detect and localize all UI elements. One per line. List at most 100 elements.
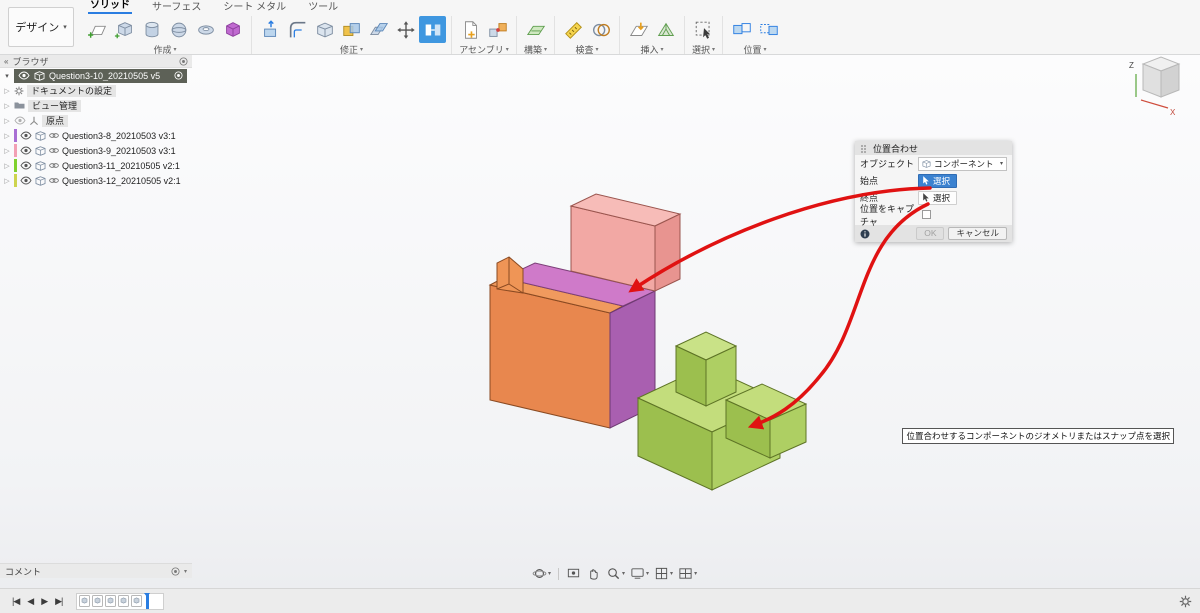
timeline-go-to-start-button[interactable]: |◀: [12, 596, 20, 607]
row-label: ドキュメントの設定: [27, 84, 117, 97]
end-point-select-button[interactable]: 選択: [918, 190, 958, 205]
joint-icon[interactable]: [484, 16, 511, 43]
new-component-icon[interactable]: [457, 16, 484, 43]
tab-solid[interactable]: ソリッド: [88, 0, 132, 14]
expander-icon[interactable]: ▷: [3, 162, 11, 170]
object-type-dropdown[interactable]: コンポーネント ▾: [918, 156, 1007, 171]
timeline-step-back-button[interactable]: ◀: [27, 596, 34, 607]
browser-row-origin[interactable]: ▷ 原点: [0, 113, 192, 128]
orbit-button[interactable]: ▾: [532, 566, 551, 581]
fillet-icon[interactable]: [284, 16, 311, 43]
comment-options-icon[interactable]: [171, 567, 180, 576]
create-form-icon[interactable]: [219, 16, 246, 43]
activate-radio-icon[interactable]: [174, 71, 183, 80]
browser-root-row[interactable]: ▾ Question3-10_20210505 v5: [0, 68, 192, 83]
workspace-menu-button[interactable]: デザイン ▾: [8, 7, 74, 47]
tab-sheet-metal[interactable]: シート メタル: [221, 0, 288, 14]
tab-surface[interactable]: サーフェス: [150, 0, 203, 14]
viewports-button[interactable]: ▾: [678, 566, 697, 581]
timeline-feature-icon[interactable]: [92, 594, 104, 608]
ribbon-group-position-label[interactable]: 位置 ▾: [743, 44, 766, 55]
display-settings-button[interactable]: ▾: [630, 566, 649, 581]
select-icon[interactable]: [690, 16, 717, 43]
visibility-eye-icon[interactable]: [20, 146, 32, 155]
press-pull-icon[interactable]: [257, 16, 284, 43]
collapse-panel-icon[interactable]: «: [4, 57, 8, 66]
interference-icon[interactable]: [587, 16, 614, 43]
expander-icon[interactable]: ▷: [3, 102, 11, 110]
ribbon-group-assemble-label[interactable]: アセンブリ ▾: [459, 44, 509, 55]
insert-mesh-icon[interactable]: [652, 16, 679, 43]
ribbon-group-select: 選択 ▾: [688, 15, 719, 55]
timeline-feature-icon[interactable]: [131, 594, 143, 608]
browser-row-document-settings[interactable]: ▷ ドキュメントの設定: [0, 83, 192, 98]
ribbon-group-inspect-label[interactable]: 検査 ▾: [575, 44, 598, 55]
timeline-track[interactable]: [76, 592, 165, 610]
ribbon-group-insert-label[interactable]: 挿入 ▾: [640, 44, 663, 55]
capture-position-checkbox[interactable]: [922, 210, 931, 219]
start-point-select-button[interactable]: 選択: [918, 173, 958, 188]
primitive-box-icon[interactable]: [111, 16, 138, 43]
look-at-button[interactable]: [566, 566, 581, 581]
ribbon-group-construct-label[interactable]: 構築 ▾: [524, 44, 547, 55]
grid-settings-button[interactable]: ▾: [654, 566, 673, 581]
align-icon[interactable]: [419, 16, 446, 43]
timeline-play-button[interactable]: ▶: [41, 596, 48, 607]
primitive-sphere-icon[interactable]: [165, 16, 192, 43]
visibility-eye-icon[interactable]: [20, 161, 32, 170]
primitive-torus-icon[interactable]: [192, 16, 219, 43]
timeline-position-marker[interactable]: [144, 592, 151, 609]
expander-icon[interactable]: ▷: [3, 132, 11, 140]
ribbon-group-create-label[interactable]: 作成 ▾: [153, 44, 176, 55]
create-sketch-icon[interactable]: [84, 16, 111, 43]
ribbon-group-select-label[interactable]: 選択 ▾: [692, 44, 715, 55]
browser-row-view-management[interactable]: ▷ ビュー管理: [0, 98, 192, 113]
expander-icon[interactable]: ▾: [3, 72, 11, 80]
pan-hand-icon: [590, 569, 598, 580]
measure-icon[interactable]: [560, 16, 587, 43]
visibility-eye-icon[interactable]: [18, 71, 30, 80]
comment-panel[interactable]: コメント ▾: [0, 563, 192, 578]
viewcube[interactable]: Z X: [1129, 56, 1181, 117]
move-copy-icon[interactable]: [392, 16, 419, 43]
drag-grip-icon[interactable]: [860, 144, 868, 153]
ribbon: 作成 ▾ 修正 ▾ アセンブリ ▾ 構築 ▾ 検査 ▾ 挿入 ▾ 選択 ▾ 位置…: [82, 15, 784, 55]
timeline-feature-icon[interactable]: [105, 594, 117, 608]
cancel-button[interactable]: キャンセル: [948, 227, 1007, 240]
visibility-eye-icon[interactable]: [20, 176, 32, 185]
pan-button[interactable]: [586, 566, 601, 581]
offset-face-icon[interactable]: [365, 16, 392, 43]
expander-icon[interactable]: ▷: [3, 87, 11, 95]
capture-position-icon[interactable]: [728, 16, 755, 43]
visibility-eye-icon[interactable]: [20, 131, 32, 140]
expander-icon[interactable]: ▷: [3, 147, 11, 155]
browser-row-component[interactable]: ▷ Question3-12_20210505 v2:1: [0, 173, 192, 188]
timeline-go-to-end-button[interactable]: ▶|: [55, 596, 63, 607]
shell-icon[interactable]: [311, 16, 338, 43]
construction-plane-icon[interactable]: [522, 16, 549, 43]
timeline-feature-icon[interactable]: [79, 594, 91, 608]
orbit-icon: [532, 569, 547, 578]
visibility-eye-icon[interactable]: [14, 116, 26, 125]
align-dialog-titlebar[interactable]: 位置合わせ: [855, 141, 1012, 155]
display-options-icon[interactable]: [179, 57, 188, 66]
expander-icon[interactable]: ▷: [3, 117, 11, 125]
expander-icon[interactable]: ▷: [3, 177, 11, 185]
info-icon[interactable]: [860, 229, 870, 239]
root-component-chip[interactable]: Question3-10_20210505 v5: [14, 68, 187, 83]
revert-position-icon[interactable]: [755, 16, 782, 43]
tab-tools[interactable]: ツール: [306, 0, 340, 14]
model-right-green-block[interactable]: [636, 331, 808, 491]
ribbon-group-modify-label[interactable]: 修正 ▾: [340, 44, 363, 55]
insert-canvas-icon[interactable]: [625, 16, 652, 43]
primitive-cylinder-icon[interactable]: [138, 16, 165, 43]
browser-row-component[interactable]: ▷ Question3-9_20210503 v3:1: [0, 143, 192, 158]
ribbon-group-assemble: アセンブリ ▾: [455, 15, 513, 55]
browser-row-component[interactable]: ▷ Question3-8_20210503 v3:1: [0, 128, 192, 143]
ok-button[interactable]: OK: [916, 227, 945, 240]
timeline-feature-icon[interactable]: [118, 594, 130, 608]
combine-icon[interactable]: [338, 16, 365, 43]
browser-row-component[interactable]: ▷ Question3-11_20210505 v2:1: [0, 158, 192, 173]
settings-gear-icon[interactable]: [1179, 595, 1192, 608]
zoom-button[interactable]: ▾: [606, 566, 625, 581]
